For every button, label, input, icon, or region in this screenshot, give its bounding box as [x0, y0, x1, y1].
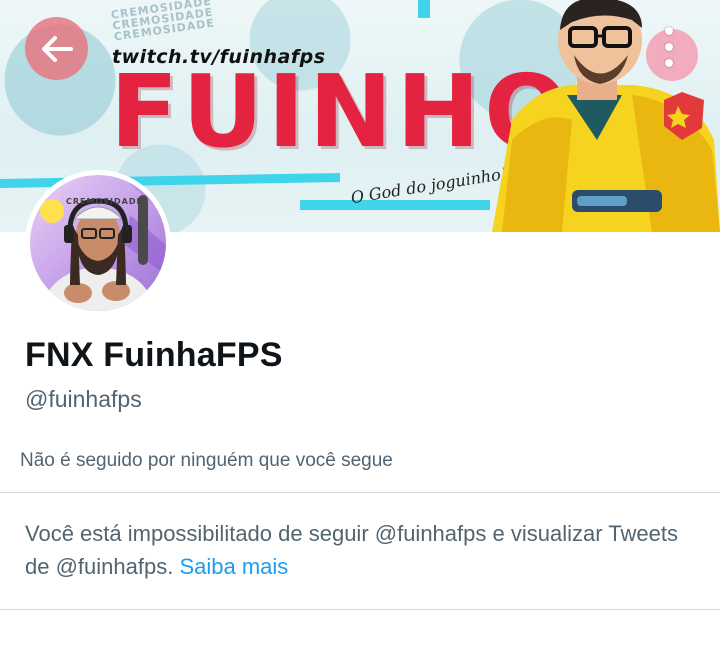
divider — [0, 492, 720, 493]
profile-display-name: FNX FuinhaFPS — [25, 336, 283, 374]
avatar-illustration — [40, 175, 166, 311]
banner-stripe — [300, 200, 490, 210]
more-vertical-icon — [665, 27, 673, 35]
profile-avatar[interactable]: CREMOSIDADE — [25, 170, 171, 316]
more-options-button[interactable] — [652, 22, 686, 72]
back-button[interactable] — [25, 17, 88, 80]
avatar-image: CREMOSIDADE — [30, 175, 166, 311]
blocked-notice-text: Você está impossibilitado de seguir @fui… — [25, 521, 678, 579]
followers-you-know-text: Não é seguido por ninguém que você segue — [20, 450, 393, 471]
blocked-notice: Você está impossibilitado de seguir @fui… — [25, 517, 695, 583]
avatar-watermark: CREMOSIDADE — [66, 197, 143, 206]
learn-more-link[interactable]: Saiba mais — [179, 554, 288, 579]
more-vertical-icon-dot — [665, 43, 673, 51]
arrow-left-icon — [41, 35, 73, 62]
more-vertical-icon-dot — [665, 59, 673, 67]
banner-accent — [418, 0, 430, 18]
profile-handle: @fuinhafps — [25, 386, 142, 412]
divider — [0, 609, 720, 610]
